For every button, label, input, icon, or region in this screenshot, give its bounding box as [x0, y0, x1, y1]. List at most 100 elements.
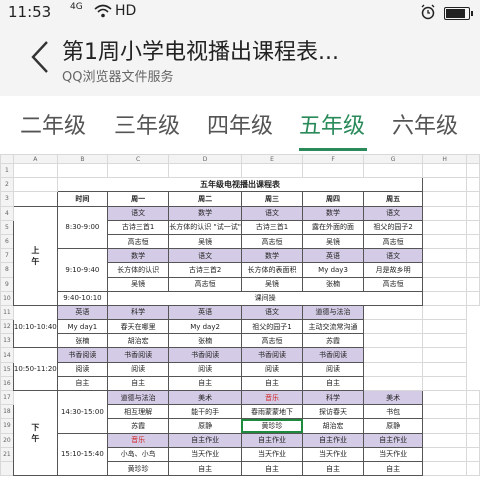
row-header[interactable]: 16: [0, 375, 14, 392]
schedule-cell[interactable]: 阅读: [168, 361, 242, 377]
schedule-cell[interactable]: 语文: [107, 205, 170, 221]
row-header[interactable]: 21: [0, 446, 14, 462]
row-header[interactable]: 10: [0, 290, 14, 306]
schedule-cell[interactable]: 探访春天: [301, 404, 365, 420]
schedule-cell[interactable]: 胡治宏: [301, 418, 365, 434]
tab-grade-6[interactable]: 六年级: [392, 108, 458, 140]
schedule-cell[interactable]: 古诗三首1: [240, 219, 304, 235]
tab-grade-5[interactable]: 五年级: [299, 108, 365, 140]
schedule-cell[interactable]: 古诗三首1: [107, 219, 170, 235]
schedule-cell[interactable]: 书香阅读: [301, 347, 365, 363]
schedule-cell[interactable]: 高志恒: [363, 233, 424, 250]
schedule-cell[interactable]: 美术: [168, 389, 242, 406]
schedule-cell[interactable]: 自主: [107, 375, 170, 392]
row-header[interactable]: 9: [0, 276, 14, 292]
schedule-cell[interactable]: 原静: [363, 418, 424, 434]
schedule-cell[interactable]: 春雨蒙蒙地下: [240, 404, 304, 420]
row-header[interactable]: 2: [0, 177, 14, 193]
row-header[interactable]: 4: [0, 205, 14, 221]
schedule-cell[interactable]: 科学: [107, 304, 170, 321]
row-header[interactable]: 12: [0, 319, 14, 335]
schedule-cell[interactable]: 音乐: [240, 389, 304, 406]
schedule-cell[interactable]: 吴镜: [240, 276, 304, 292]
schedule-cell[interactable]: 数学: [168, 205, 242, 221]
tab-grade-2[interactable]: 二年级: [20, 108, 86, 140]
schedule-cell[interactable]: 自主: [56, 375, 109, 392]
row-header[interactable]: 20: [0, 432, 14, 448]
schedule-cell[interactable]: My day3: [301, 262, 365, 278]
row-header[interactable]: 14: [0, 347, 14, 363]
schedule-cell[interactable]: 阅读: [301, 361, 365, 377]
schedule-cell[interactable]: 自主: [240, 460, 304, 477]
schedule-cell[interactable]: 主动交流常沟通: [301, 319, 365, 335]
schedule-cell[interactable]: 高志恒: [240, 233, 304, 250]
schedule-cell[interactable]: 高志恒: [168, 276, 242, 292]
schedule-cell[interactable]: 美术: [363, 389, 424, 406]
schedule-cell[interactable]: 书香阅读: [168, 347, 242, 363]
row-header[interactable]: 19: [0, 418, 14, 434]
schedule-cell[interactable]: 自主: [301, 375, 365, 392]
schedule-cell[interactable]: 张楠: [56, 333, 109, 349]
schedule-cell[interactable]: 自主作业: [363, 432, 424, 448]
schedule-cell[interactable]: 语文: [363, 205, 424, 221]
schedule-cell[interactable]: 书包: [363, 404, 424, 420]
schedule-cell[interactable]: 月是故乡明: [363, 262, 424, 278]
schedule-cell[interactable]: 语文: [363, 248, 424, 264]
schedule-cell[interactable]: 当天作业: [363, 446, 424, 462]
schedule-cell[interactable]: 祖父的园子1: [240, 319, 304, 335]
row-header[interactable]: 1: [0, 162, 14, 179]
schedule-cell[interactable]: 阅读: [240, 361, 304, 377]
row-header[interactable]: 5: [0, 219, 14, 235]
schedule-cell[interactable]: 黄珍珍: [107, 460, 170, 477]
schedule-cell[interactable]: 阅读: [56, 361, 109, 377]
schedule-cell[interactable]: My day1: [56, 319, 109, 335]
schedule-cell[interactable]: 自主作业: [301, 432, 365, 448]
schedule-cell[interactable]: 吴镜: [107, 276, 170, 292]
row-header[interactable]: 15: [0, 361, 14, 377]
schedule-cell[interactable]: 吴镜: [301, 233, 365, 250]
spreadsheet-view[interactable]: A B C D E F G H 1 2 五年级电视播出课程表 3 时间 周一 周二 周三 周四 周五 4 上 午 8:3…: [0, 154, 480, 480]
schedule-cell[interactable]: 语文: [240, 205, 304, 221]
schedule-cell[interactable]: 语文: [168, 248, 242, 264]
schedule-cell[interactable]: 音乐: [107, 432, 170, 448]
schedule-cell[interactable]: 张楠: [168, 333, 242, 349]
schedule-cell[interactable]: 英语: [301, 248, 365, 264]
schedule-cell[interactable]: My day2: [168, 319, 242, 335]
schedule-cell[interactable]: 高志恒: [107, 233, 170, 250]
schedule-cell[interactable]: 春天在哪里: [107, 319, 170, 335]
schedule-cell[interactable]: 古诗三首2: [168, 262, 242, 278]
schedule-cell[interactable]: 书香阅读: [107, 347, 170, 363]
schedule-cell[interactable]: 露在外面的面: [301, 219, 365, 235]
schedule-cell[interactable]: 原静: [168, 418, 242, 434]
row-header[interactable]: 3: [0, 191, 14, 207]
schedule-cell[interactable]: 数学: [107, 248, 170, 264]
schedule-cell[interactable]: 自主: [301, 460, 365, 477]
row-header[interactable]: 8: [0, 262, 14, 278]
row-header[interactable]: 11: [0, 304, 14, 321]
row-header[interactable]: 17: [0, 389, 14, 406]
schedule-cell[interactable]: 数学: [301, 205, 365, 221]
schedule-cell[interactable]: 高志恒: [363, 276, 424, 292]
schedule-cell[interactable]: 祖父的园子2: [363, 219, 424, 235]
schedule-cell[interactable]: 道德与法治: [301, 304, 365, 321]
schedule-cell[interactable]: 自主: [240, 375, 304, 392]
schedule-cell[interactable]: 相互理解: [107, 404, 170, 420]
tab-grade-4[interactable]: 四年级: [207, 108, 273, 140]
schedule-cell[interactable]: 自主: [168, 375, 242, 392]
schedule-cell[interactable]: 小岛、小鸟: [107, 446, 170, 462]
schedule-cell[interactable]: 语文: [240, 304, 304, 321]
schedule-cell[interactable]: 黄珍珍: [240, 418, 304, 434]
schedule-cell[interactable]: 当天作业: [240, 446, 304, 462]
schedule-cell[interactable]: 苏霞: [301, 333, 365, 349]
schedule-cell[interactable]: 胡治宏: [107, 333, 170, 349]
schedule-cell[interactable]: 苏霞: [107, 418, 170, 434]
row-header[interactable]: 7: [0, 248, 14, 264]
column-header[interactable]: D: [168, 154, 242, 164]
row-header[interactable]: 18: [0, 404, 14, 420]
schedule-cell[interactable]: 张楠: [301, 276, 365, 292]
schedule-cell[interactable]: 英语: [168, 304, 242, 321]
schedule-cell[interactable]: 书香阅读: [240, 347, 304, 363]
schedule-cell[interactable]: 英语: [56, 304, 109, 321]
schedule-cell[interactable]: 自主作业: [168, 432, 242, 448]
tab-grade-3[interactable]: 三年级: [114, 108, 180, 140]
